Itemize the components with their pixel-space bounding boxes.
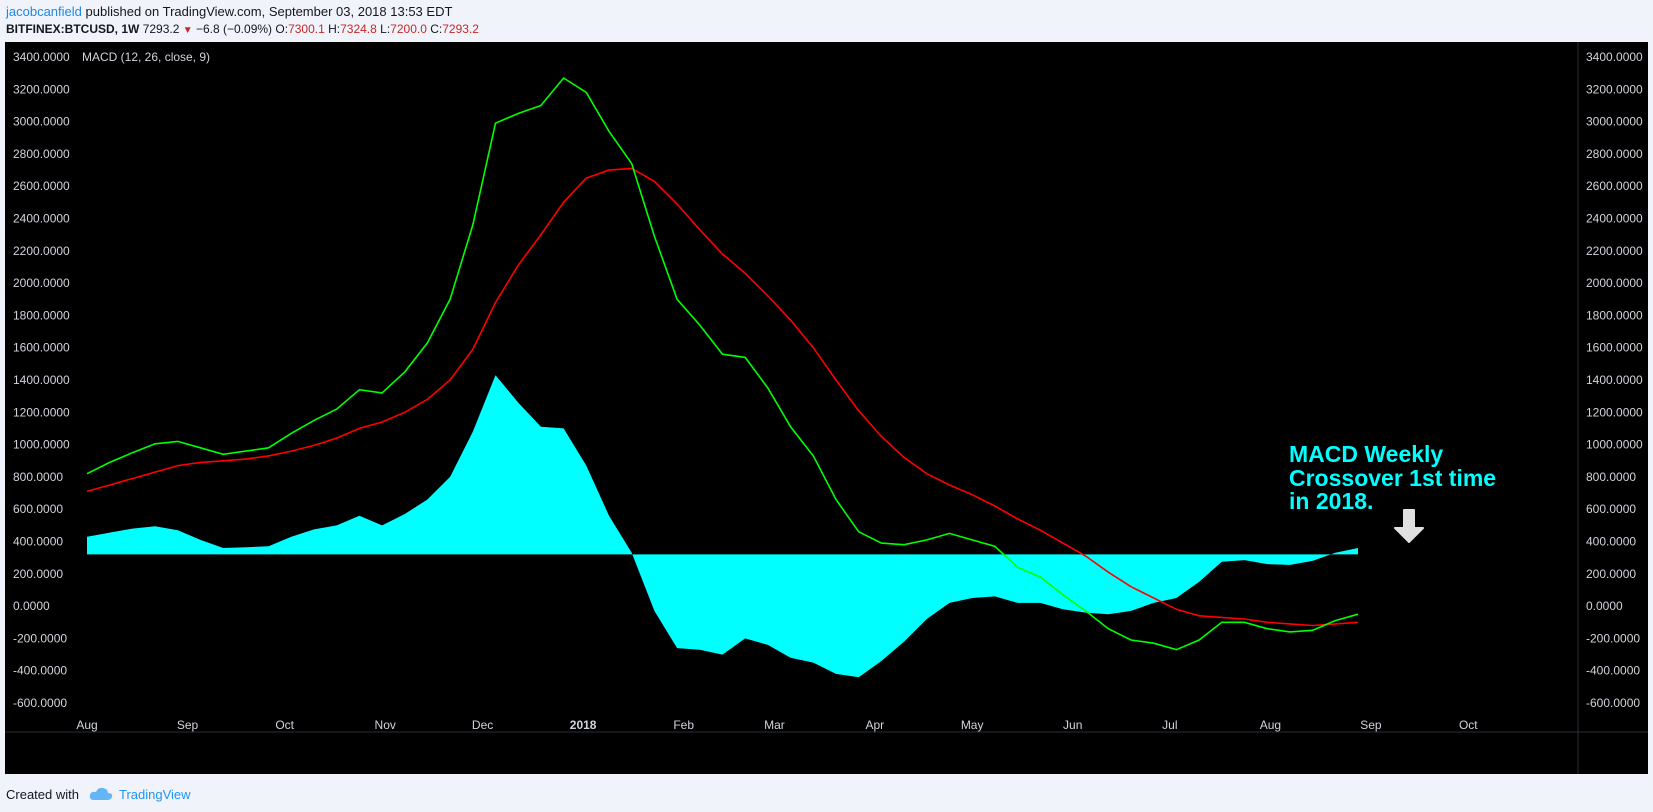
x-tick-label: Nov (375, 718, 396, 732)
y-tick-label: 2200.0000 (1586, 244, 1643, 258)
y-tick-label: 2400.0000 (1586, 212, 1643, 226)
y-tick-label: -600.0000 (13, 696, 67, 710)
y-tick-label: 0.0000 (1586, 599, 1623, 613)
down-triangle-icon: ▼ (182, 25, 193, 36)
footer: Created with TradingView (6, 786, 191, 802)
y-tick-label: -600.0000 (1586, 696, 1640, 710)
y-tick-label: 1000.0000 (13, 438, 70, 452)
y-tick-label: -200.0000 (13, 631, 67, 645)
x-tick-label: 2018 (570, 718, 597, 732)
y-tick-label: -400.0000 (1586, 664, 1640, 678)
y-tick-label: 2600.0000 (1586, 179, 1643, 193)
y-tick-label: 3000.0000 (1586, 115, 1643, 129)
published-text: published on TradingView.com, September … (85, 4, 453, 19)
symbol-label: BITFINEX:BTCUSD, 1W (6, 22, 140, 36)
y-tick-label: 3000.0000 (13, 115, 70, 129)
y-tick-label: -200.0000 (1586, 631, 1640, 645)
low-label: L: (380, 22, 391, 36)
close-label: C: (430, 22, 443, 36)
y-tick-label: 600.0000 (1586, 502, 1636, 516)
y-tick-label: 400.0000 (1586, 535, 1636, 549)
symbol-info: BITFINEX:BTCUSD, 1W 7293.2 ▼ −6.8 (−0.09… (6, 22, 479, 36)
tradingview-cloud-icon (89, 787, 113, 800)
y-tick-label: 3200.0000 (1586, 82, 1643, 96)
y-tick-label: 200.0000 (1586, 567, 1636, 581)
x-tick-label: Mar (764, 718, 785, 732)
y-tick-label: 1800.0000 (1586, 308, 1643, 322)
y-tick-label: 2400.0000 (13, 212, 70, 226)
y-tick-label: 1400.0000 (13, 373, 70, 387)
publish-info: jacobcanfield published on TradingView.c… (6, 4, 452, 19)
created-with-text: Created with (6, 786, 79, 802)
y-tick-label: 1200.0000 (1586, 405, 1643, 419)
y-tick-label: 1000.0000 (1586, 438, 1643, 452)
y-tick-label: 400.0000 (13, 535, 63, 549)
y-tick-label: 1200.0000 (13, 405, 70, 419)
x-tick-label: Aug (76, 718, 97, 732)
y-tick-label: 2000.0000 (13, 276, 70, 290)
annotation-line-1: MACD Weekly (1289, 441, 1443, 467)
author-link[interactable]: jacobcanfield (6, 4, 82, 19)
y-tick-label: 600.0000 (13, 502, 63, 516)
x-tick-label: Jul (1162, 718, 1177, 732)
open-value: 7300.1 (288, 22, 325, 36)
x-tick-label: Oct (1459, 718, 1478, 732)
x-tick-label: May (961, 718, 984, 732)
y-tick-label: 2200.0000 (13, 244, 70, 258)
y-tick-label: 2000.0000 (1586, 276, 1643, 290)
low-value: 7200.0 (390, 22, 427, 36)
x-tick-label: Sep (177, 718, 199, 732)
x-tick-label: Dec (472, 718, 493, 732)
y-tick-label: 1600.0000 (1586, 341, 1643, 355)
y-tick-label: 800.0000 (1586, 470, 1636, 484)
x-tick-label: Oct (275, 718, 294, 732)
x-tick-label: Apr (865, 718, 884, 732)
y-tick-label: 2800.0000 (13, 147, 70, 161)
y-tick-label: 1600.0000 (13, 341, 70, 355)
y-tick-label: 3400.0000 (1586, 50, 1643, 64)
close-value: 7293.2 (442, 22, 479, 36)
indicator-title: MACD (12, 26, close, 9) (82, 50, 210, 64)
x-tick-label: Jun (1063, 718, 1082, 732)
price-change: −6.8 (−0.09%) (195, 22, 273, 36)
chart-frame[interactable]: 3400.0000 3200.0000 3000.0000 2800.0000 2600… (5, 42, 1648, 774)
y-tick-label: -400.0000 (13, 664, 67, 678)
y-tick-label: 2800.0000 (1586, 147, 1643, 161)
x-tick-label: Sep (1360, 718, 1382, 732)
y-tick-label: 800.0000 (13, 470, 63, 484)
y-tick-label: 200.0000 (13, 567, 63, 581)
tradingview-link[interactable]: TradingView (119, 787, 191, 802)
high-value: 7324.8 (340, 22, 377, 36)
annotation-line-3: in 2018. (1289, 488, 1373, 514)
open-label: O: (275, 22, 289, 36)
x-tick-label: Feb (673, 718, 694, 732)
last-price: 7293.2 (142, 22, 180, 36)
y-tick-label: 1400.0000 (1586, 373, 1643, 387)
y-tick-label: 3200.0000 (13, 82, 70, 96)
y-tick-label: 1800.0000 (13, 308, 70, 322)
high-label: H: (328, 22, 341, 36)
macd-chart[interactable]: 3400.0000 3200.0000 3000.0000 2800.0000 2600… (5, 42, 1648, 774)
y-tick-label: 2600.0000 (13, 179, 70, 193)
y-tick-label: 3400.0000 (13, 50, 70, 64)
y-tick-label: 0.0000 (13, 599, 50, 613)
x-tick-label: Aug (1260, 718, 1281, 732)
